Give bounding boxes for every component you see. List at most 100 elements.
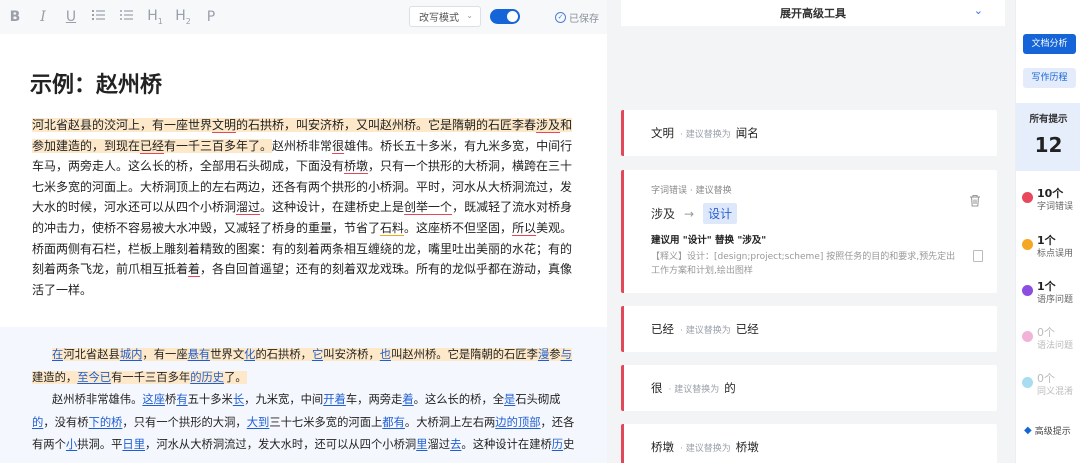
- flagged-word[interactable]: 有: [176, 393, 187, 406]
- flagged-word[interactable]: 已经: [140, 138, 165, 153]
- flagged-word[interactable]: 的历史: [190, 370, 225, 384]
- bold-button[interactable]: B: [6, 9, 24, 25]
- underline-button[interactable]: U: [62, 9, 80, 25]
- document-analysis-button[interactable]: 文档分析: [1023, 34, 1076, 54]
- paragraph-button[interactable]: P: [202, 9, 220, 25]
- suggestion-original: 很: [651, 381, 663, 395]
- flagged-word[interactable]: 至今已: [77, 370, 112, 384]
- stat-grammar[interactable]: 0个 语法问题: [1022, 322, 1080, 352]
- flagged-word[interactable]: 悬有: [187, 348, 211, 361]
- flagged-word[interactable]: 的: [32, 416, 43, 429]
- status-dot-icon: [1022, 192, 1033, 203]
- advanced-tools-toggle[interactable]: 展开高级工具 ⌄: [621, 0, 1005, 26]
- flagged-word[interactable]: 在: [52, 348, 64, 361]
- flagged-word[interactable]: 开着: [323, 393, 346, 406]
- flagged-word[interactable]: 也: [379, 348, 392, 361]
- flagged-word[interactable]: 去: [450, 438, 461, 451]
- flagged-word[interactable]: 里: [416, 438, 427, 451]
- suggestion-card[interactable]: 很 · 建议替换为 的: [621, 365, 997, 411]
- flagged-word[interactable]: 与: [560, 348, 572, 361]
- flagged-word[interactable]: 日里: [122, 438, 145, 451]
- text-run: 参: [549, 348, 561, 361]
- replacement-chip[interactable]: 设计: [703, 203, 738, 224]
- heading1-button[interactable]: H1: [146, 8, 164, 26]
- flagged-word[interactable]: 文明: [212, 118, 237, 132]
- rewrite-preview: 在河北省赵县城内，有一座悬有世界文化的石拱桥，它叫安济桥，也叫赵州桥。它是隋朝的…: [0, 327, 607, 463]
- all-tips-label: 所有提示: [1029, 114, 1068, 125]
- document-body[interactable]: 河北省赵县的洨河上，有一座世界文明的石拱桥，叫安济桥，又叫赵州桥。它是隋朝的石匠…: [32, 115, 580, 300]
- text-run: 有一千三百多年: [111, 370, 191, 384]
- stat-word-order[interactable]: 1个 语序问题: [1022, 276, 1080, 306]
- stat-synonym[interactable]: 0个 同义混淆: [1022, 368, 1080, 398]
- suggestion-replacement[interactable]: 已经: [736, 321, 759, 337]
- suggestion-replacement[interactable]: 桥墩: [736, 439, 759, 455]
- text-run: 的石拱桥，: [255, 348, 312, 361]
- text-run: 。: [404, 220, 417, 235]
- text-run: 。这么长的桥，全: [413, 393, 505, 407]
- stat-punctuation[interactable]: 1个 标点误用: [1022, 230, 1080, 260]
- text-run: 溜过: [427, 438, 451, 452]
- flagged-word[interactable]: 历: [552, 438, 563, 451]
- writing-history-button[interactable]: 写作历程: [1023, 68, 1076, 88]
- suggestion-card[interactable]: 桥墩 · 建议替换为 桥墩: [621, 424, 997, 463]
- suggestion-hint: · 建议替换为: [668, 384, 720, 395]
- flagged-word[interactable]: 都有: [382, 416, 405, 429]
- flagged-word[interactable]: 城内: [119, 348, 143, 361]
- flagged-word[interactable]: 创举一个: [404, 200, 452, 214]
- flagged-word[interactable]: 它: [311, 348, 324, 361]
- suggestion-definition: 【释义】设计：[design;project;scheme] 按照任务的目的和要…: [651, 252, 956, 276]
- mode-toggle[interactable]: [490, 9, 520, 24]
- suggestion-original: 已经: [651, 322, 674, 336]
- mode-select[interactable]: 改写模式 ⌄: [409, 6, 481, 27]
- chevron-down-icon: ⌄: [973, 4, 983, 17]
- suggestion-replacement[interactable]: 的: [724, 380, 736, 396]
- suggestion-card[interactable]: 已经 · 建议替换为 已经: [621, 306, 997, 352]
- advanced-tips-button[interactable]: ◆ 高级提示: [1024, 424, 1071, 437]
- flagged-word[interactable]: 小: [66, 438, 77, 451]
- flagged-word[interactable]: 大到: [247, 416, 270, 429]
- flagged-word[interactable]: 石料: [380, 221, 404, 235]
- text-run: 史: [563, 438, 575, 452]
- flagged-word[interactable]: 边的顶部: [495, 416, 540, 429]
- flagged-word[interactable]: 所以: [512, 221, 536, 235]
- italic-button[interactable]: I: [34, 9, 52, 25]
- arrow-right-icon: →: [684, 206, 695, 221]
- flagged-word[interactable]: 化: [244, 348, 256, 361]
- check-circle-icon: ✓: [555, 12, 566, 23]
- flagged-word[interactable]: 长: [233, 393, 244, 406]
- flagged-word[interactable]: 很: [332, 139, 344, 153]
- stat-word-errors[interactable]: 10个 字词错误: [1022, 183, 1080, 213]
- bullet-list-icon[interactable]: [118, 9, 136, 25]
- flagged-word[interactable]: 下的桥: [89, 416, 123, 429]
- text-run: 石头砌成: [515, 393, 561, 407]
- suggestion-replacement[interactable]: 闻名: [736, 125, 759, 141]
- heading2-button[interactable]: H2: [174, 8, 192, 26]
- flagged-word[interactable]: 漫: [537, 348, 550, 361]
- stat-label: 标点误用: [1037, 249, 1074, 259]
- text-run: 有一千三百多年了。: [164, 138, 273, 153]
- rewrite-body[interactable]: 在河北省赵县城内，有一座悬有世界文化的石拱桥，它叫安济桥，也叫赵州桥。它是隋朝的…: [32, 344, 580, 457]
- suggestion-card[interactable]: 文明 · 建议替换为 闻名: [621, 110, 997, 156]
- flagged-word[interactable]: 这座: [142, 393, 165, 406]
- flagged-word[interactable]: 桥墩: [344, 159, 368, 173]
- text-run: 河北省赵县: [63, 348, 120, 361]
- flagged-word[interactable]: 涉及: [536, 118, 561, 132]
- text-run: 三十七米多宽的河面上: [269, 415, 383, 429]
- ordered-list-icon[interactable]: [90, 9, 108, 25]
- trash-icon[interactable]: [969, 194, 981, 210]
- document-icon[interactable]: [973, 250, 983, 262]
- app-root: B I U H1 H2 P 改写模式 ⌄ ✓ 已保存 示例：赵州桥 河北省赵县的…: [0, 0, 1080, 463]
- save-status-label: 已保存: [569, 14, 599, 25]
- suggestion-card-expanded[interactable]: 字词错误 · 建议替换 涉及 → 设计 建议用 "设计" 替换 "涉及" 【释义…: [621, 170, 997, 293]
- text-run: 。大桥洞上左右两: [404, 415, 496, 429]
- flagged-word[interactable]: 是: [504, 393, 515, 406]
- suggestion-category: 字词错误 · 建议替换: [651, 186, 732, 196]
- advanced-tips-label: 高级提示: [1034, 427, 1071, 437]
- flagged-word[interactable]: 溜过: [236, 200, 260, 214]
- text-run: 的石拱桥，叫安济桥，又叫赵州桥。它是隋朝的石匠李春: [236, 118, 537, 132]
- text-run: 。这种设计在建桥: [461, 438, 552, 452]
- status-dot-icon: [1022, 331, 1033, 342]
- flagged-word[interactable]: 着: [402, 393, 413, 406]
- flagged-word[interactable]: 着: [188, 262, 200, 276]
- all-tips-filter[interactable]: 所有提示 12: [1016, 103, 1080, 171]
